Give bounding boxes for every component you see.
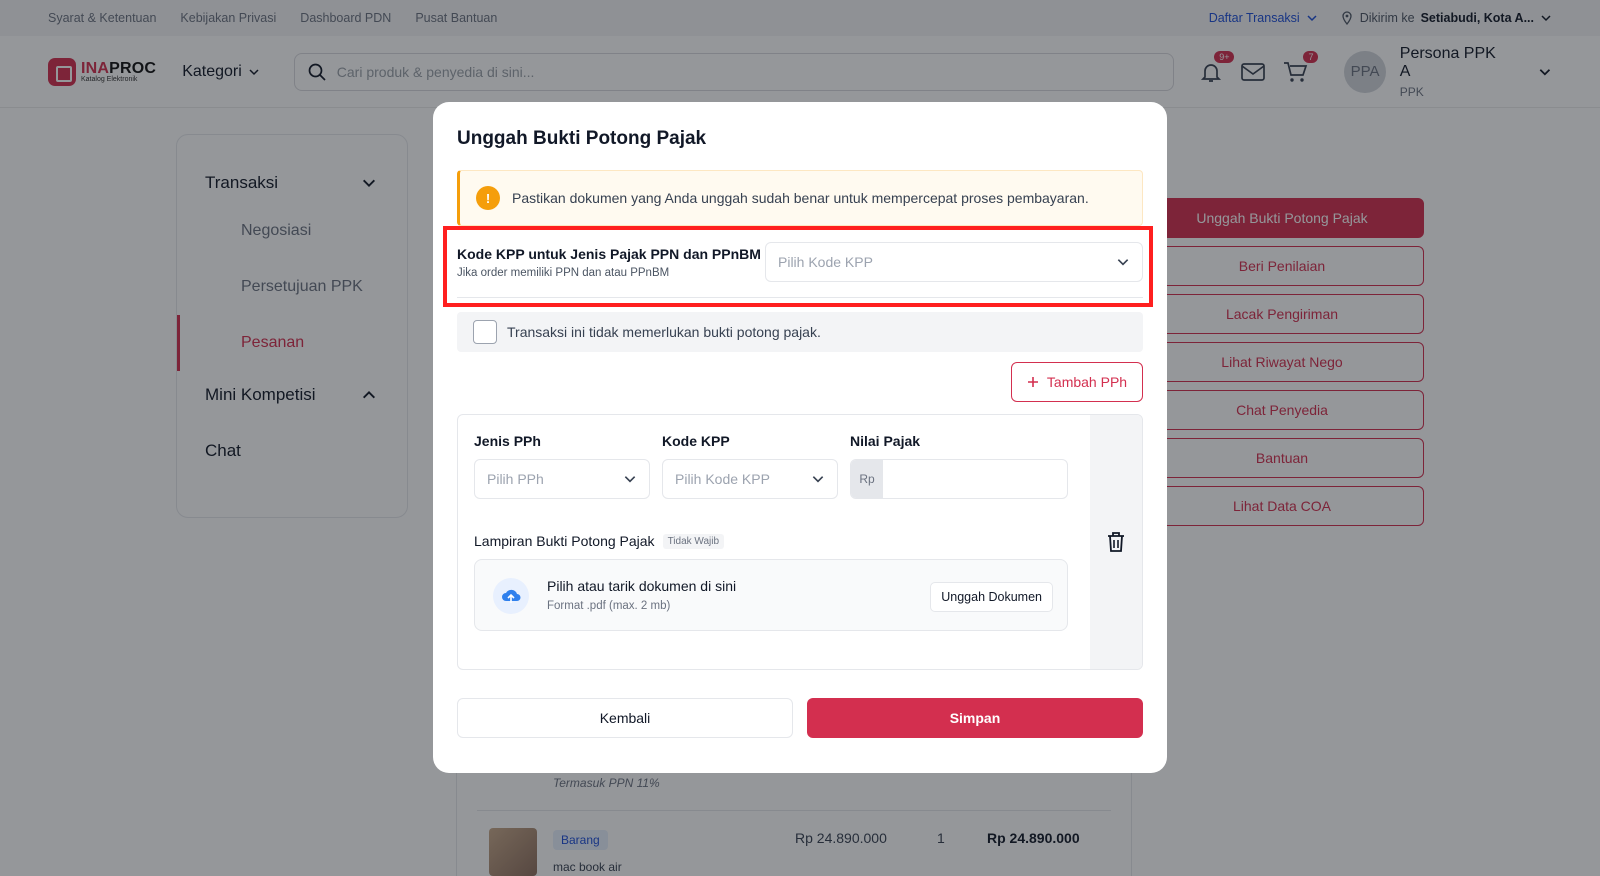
save-button[interactable]: Simpan [807, 698, 1143, 738]
dropzone-title: Pilih atau tarik dokumen di sini [547, 578, 737, 594]
currency-prefix: Rp [851, 460, 883, 498]
cloud-upload-icon [493, 578, 529, 614]
chevron-down-icon [812, 476, 824, 483]
kpp-ppn-placeholder: Pilih Kode KPP [778, 254, 873, 270]
jenis-pph-select[interactable]: Pilih PPh [474, 459, 650, 499]
plus-icon [1027, 377, 1038, 387]
no-tax-cut-row: Transaksi ini tidak memerlukan bukti pot… [457, 312, 1143, 352]
kpp-ppn-sublabel: Jika order memiliki PPN dan atau PPnBM [457, 267, 670, 279]
no-tax-cut-label: Transaksi ini tidak memerlukan bukti pot… [507, 324, 821, 340]
kpp-ppn-row: Kode KPP untuk Jenis Pajak PPN dan PPnBM… [457, 242, 1143, 298]
dropzone-subtitle: Format .pdf (max. 2 mb) [547, 600, 671, 612]
trash-icon [1108, 532, 1124, 552]
modal-title: Unggah Bukti Potong Pajak [457, 128, 707, 149]
jenis-pph-placeholder: Pilih PPh [487, 471, 544, 487]
kpp-ppn-label: Kode KPP untuk Jenis Pajak PPN dan PPnBM [457, 246, 761, 262]
lampiran-label-row: Lampiran Bukti Potong Pajak Tidak Wajib [474, 533, 725, 549]
nilai-pajak-input[interactable]: Rp [850, 459, 1068, 499]
add-pph-button[interactable]: Tambah PPh [1011, 362, 1143, 402]
add-pph-label: Tambah PPh [1046, 374, 1128, 390]
file-dropzone[interactable]: Pilih atau tarik dokumen di sini Format … [474, 559, 1068, 631]
kode-kpp-placeholder: Pilih Kode KPP [675, 471, 770, 487]
kode-kpp-label: Kode KPP [662, 433, 730, 449]
warning-icon: ! [476, 186, 500, 210]
chevron-down-icon [624, 476, 636, 483]
kpp-ppn-select[interactable]: Pilih Kode KPP [765, 242, 1143, 282]
lampiran-label: Lampiran Bukti Potong Pajak [474, 533, 655, 549]
kode-kpp-select[interactable]: Pilih Kode KPP [662, 459, 838, 499]
back-button[interactable]: Kembali [457, 698, 793, 738]
optional-badge: Tidak Wajib [662, 533, 725, 549]
jenis-pph-label: Jenis PPh [474, 433, 541, 449]
no-tax-cut-checkbox[interactable] [473, 320, 497, 344]
upload-tax-modal: Unggah Bukti Potong Pajak ! Pastikan dok… [433, 102, 1167, 773]
upload-document-button[interactable]: Unggah Dokumen [930, 582, 1053, 612]
delete-pph-button[interactable] [1090, 415, 1142, 669]
alert-text: Pastikan dokumen yang Anda unggah sudah … [512, 190, 1089, 206]
warning-alert: ! Pastikan dokumen yang Anda unggah suda… [457, 170, 1143, 226]
pph-entry-card: Jenis PPh Pilih PPh Kode KPP Pilih Kode … [457, 414, 1143, 670]
chevron-down-icon [1117, 259, 1129, 266]
nilai-pajak-label: Nilai Pajak [850, 433, 921, 449]
